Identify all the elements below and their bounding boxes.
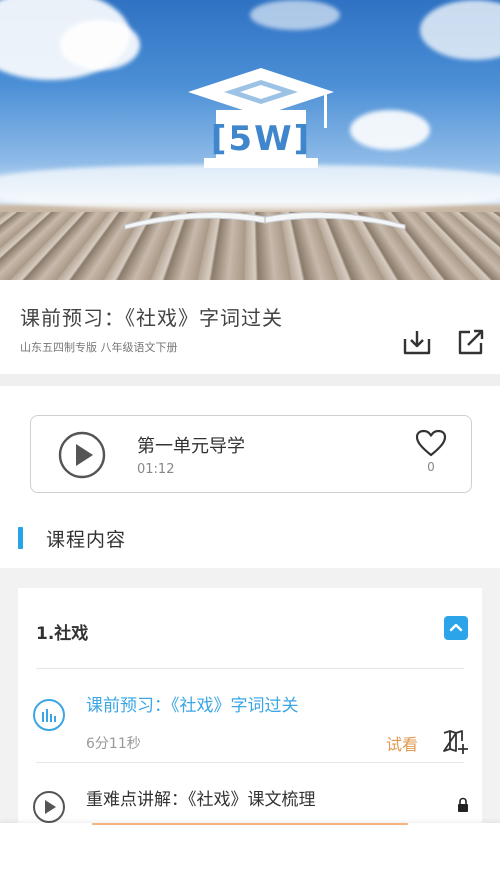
audio-player-card[interactable]: 第一单元导学 01:12 0 [30, 415, 472, 493]
section-accent-bar [18, 527, 23, 549]
svg-text:[5W]: [5W] [211, 119, 311, 159]
lock-icon [458, 797, 468, 812]
lesson-duration: 6分11秒 [86, 736, 141, 752]
cloud [420, 0, 500, 60]
share-icon [458, 329, 484, 355]
course-title-card: 课前预习：《社戏》字词过关 [0, 280, 500, 372]
chevron-up-icon [449, 623, 463, 632]
play-icon[interactable] [32, 790, 66, 824]
play-icon[interactable] [57, 430, 107, 480]
audio-playing-icon [33, 699, 65, 731]
divider [36, 762, 464, 763]
divider [36, 668, 464, 669]
download-icon [403, 331, 431, 355]
trial-button[interactable]: 试看 [386, 731, 418, 755]
section-title: 课程内容 [46, 529, 127, 551]
like-count: 0 [427, 460, 435, 474]
heart-icon[interactable] [415, 429, 447, 457]
cloud [60, 20, 140, 70]
audio-title: 第一单元导学 [137, 436, 245, 457]
bottom-action-bar [0, 823, 500, 888]
open-book-image [124, 212, 406, 230]
audio-duration: 01:12 [137, 462, 175, 477]
course-subtitle: 山东五四制专版 八年级语文下册 [20, 341, 178, 354]
cloud [350, 110, 430, 150]
graduation-cap-logo: [5W] [188, 68, 334, 168]
share-button[interactable] [456, 327, 486, 357]
download-button[interactable] [402, 327, 432, 357]
lesson-title-active[interactable]: 课前预习：《社戏》字词过关 [86, 691, 299, 716]
map-add-icon[interactable] [442, 729, 470, 755]
collapse-button[interactable] [444, 616, 468, 640]
course-banner: [5W] [0, 0, 500, 280]
bottom-action-button-edge[interactable] [92, 823, 408, 825]
chapter-title: 1.社戏 [36, 624, 89, 644]
section-separator [0, 374, 500, 386]
lesson-title[interactable]: 重难点讲解：《社戏》课文梳理 [86, 785, 316, 810]
course-title: 课前预习：《社戏》字词过关 [20, 306, 283, 330]
cloud [250, 0, 340, 30]
